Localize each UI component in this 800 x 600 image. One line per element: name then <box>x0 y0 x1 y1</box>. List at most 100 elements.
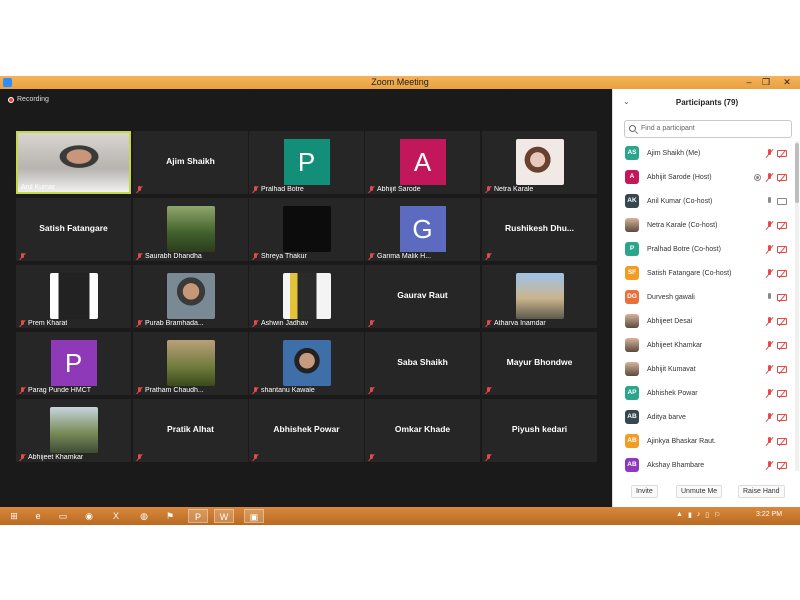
flag-icon[interactable]: ⚑ <box>160 509 180 523</box>
mic-muted-icon[interactable] <box>765 436 773 446</box>
excel-icon[interactable]: X <box>106 509 126 523</box>
participant-row[interactable]: Abhijeet Desai <box>613 309 795 333</box>
globe-icon[interactable]: ◍ <box>134 509 154 523</box>
video-tile[interactable]: Ashwin Jadhav <box>249 265 364 328</box>
camera-off-icon[interactable] <box>777 173 787 181</box>
video-tile[interactable]: A Abhijit Sarode <box>365 131 480 194</box>
mic-muted-icon[interactable] <box>765 388 773 398</box>
camera-off-icon[interactable] <box>777 461 787 469</box>
participant-status-icons <box>765 412 787 422</box>
participant-row[interactable]: AP Abhishek Powar <box>613 381 795 405</box>
participant-row[interactable]: Netra Karale (Co-host) <box>613 213 795 237</box>
unmute-me-button[interactable]: Unmute Me <box>676 485 723 498</box>
participant-name: Satish Fatangare <box>39 223 108 233</box>
tile-name-label: Anil Kumar <box>21 184 55 191</box>
mic-muted-icon[interactable] <box>765 340 773 350</box>
participant-row[interactable]: DG Durvesh gawali <box>613 285 795 309</box>
minimize-button[interactable]: – <box>741 76 757 89</box>
video-tile[interactable]: Mayur Bhondwe <box>482 332 597 395</box>
chrome-icon[interactable]: ◉ <box>79 509 99 523</box>
camera-off-icon[interactable] <box>777 293 787 301</box>
camera-icon[interactable] <box>777 197 787 205</box>
ie-icon[interactable]: e <box>28 509 48 523</box>
video-tile[interactable]: shantanu Kawale <box>249 332 364 395</box>
participant-row[interactable]: AB Ajinkya Bhaskar Raut. <box>613 429 795 453</box>
video-tile[interactable]: Satish Fatangare <box>16 198 131 261</box>
camera-off-icon[interactable] <box>777 341 787 349</box>
participants-title: Participants (79) <box>675 98 739 107</box>
tray-arrow-icon[interactable]: ▲ <box>676 511 683 519</box>
mic-muted-icon[interactable] <box>765 316 773 326</box>
video-tile[interactable]: Purab Bramhada... <box>133 265 248 328</box>
participant-row[interactable]: P Pralhad Botre (Co-host) <box>613 237 795 261</box>
powerpoint-icon[interactable]: P <box>188 509 208 523</box>
mic-icon[interactable] <box>765 196 773 206</box>
participant-name: Abhijeet Desai <box>647 317 693 325</box>
participant-row[interactable]: AB Akshay Bhambare <box>613 453 795 477</box>
video-tile[interactable]: P Pralhad Botre <box>249 131 364 194</box>
camera-off-icon[interactable] <box>777 245 787 253</box>
participant-avatar <box>625 314 639 328</box>
close-window-button[interactable]: ✕ <box>776 76 798 89</box>
participant-row[interactable]: SF Satish Fatangare (Co-host) <box>613 261 795 285</box>
camera-off-icon[interactable] <box>777 149 787 157</box>
participant-list-scrollbar[interactable] <box>795 141 799 471</box>
mic-muted-icon[interactable] <box>765 364 773 374</box>
video-tile[interactable]: Piyush kedari <box>482 399 597 462</box>
camera-off-icon[interactable] <box>777 413 787 421</box>
camera-off-icon[interactable] <box>777 317 787 325</box>
camera-off-icon[interactable] <box>777 365 787 373</box>
zoom-icon[interactable]: ▣ <box>244 509 264 523</box>
video-tile[interactable]: Shreya Thakur <box>249 198 364 261</box>
flag-tray-icon[interactable]: ⚐ <box>714 511 720 519</box>
signal-icon[interactable]: ▯ <box>705 511 709 519</box>
participant-row[interactable]: Abhijit Kumavat <box>613 357 795 381</box>
mic-muted-icon[interactable] <box>765 172 773 182</box>
video-tile[interactable]: Pratham Chaudh... <box>133 332 248 395</box>
mic-muted-icon[interactable] <box>765 412 773 422</box>
mic-muted-icon[interactable] <box>765 268 773 278</box>
camera-off-icon[interactable] <box>777 389 787 397</box>
taskbar-clock[interactable]: 3:22 PM <box>756 511 782 518</box>
invite-button[interactable]: Invite <box>631 485 658 498</box>
camera-off-icon[interactable] <box>777 221 787 229</box>
video-tile[interactable]: Saba Shaikh <box>365 332 480 395</box>
volume-icon[interactable]: ♪ <box>697 511 701 519</box>
video-tile[interactable]: Atharva Inamdar <box>482 265 597 328</box>
maximize-button[interactable]: ❐ <box>758 76 774 89</box>
folder-icon[interactable]: ▭ <box>53 509 73 523</box>
scrollbar-thumb[interactable] <box>795 143 799 203</box>
video-tile[interactable]: Prem Kharat <box>16 265 131 328</box>
video-tile[interactable]: P Parag Punde HMCT <box>16 332 131 395</box>
video-tile[interactable]: Abhijeet Khamkar <box>16 399 131 462</box>
mic-muted-icon[interactable] <box>765 148 773 158</box>
participant-row[interactable]: AB Aditya barve <box>613 405 795 429</box>
video-tile[interactable]: Netra Karale <box>482 131 597 194</box>
participant-row[interactable]: Abhijeet Khamkar <box>613 333 795 357</box>
video-tile[interactable]: Omkar Khade <box>365 399 480 462</box>
word-icon[interactable]: W <box>214 509 234 523</box>
video-tile[interactable]: Pratik Alhat <box>133 399 248 462</box>
video-tile[interactable]: Anil Kumar <box>16 131 131 194</box>
mic-muted-icon[interactable] <box>765 220 773 230</box>
participant-row[interactable]: AS Ajim Shaikh (Me) <box>613 141 795 165</box>
video-tile[interactable]: Gaurav Raut <box>365 265 480 328</box>
video-tile[interactable]: Abhishek Powar <box>249 399 364 462</box>
participant-search-input[interactable]: Find a participant <box>624 120 792 138</box>
mic-muted-icon[interactable] <box>765 460 773 470</box>
video-tile[interactable]: Saurabh Dhandha <box>133 198 248 261</box>
mic-icon[interactable] <box>765 292 773 302</box>
tile-name-label: Shreya Thakur <box>252 253 307 260</box>
participant-row[interactable]: A Abhijit Sarode (Host) <box>613 165 795 189</box>
windows-start-icon[interactable]: ⊞ <box>4 509 24 523</box>
video-tile[interactable]: Rushikesh Dhu... <box>482 198 597 261</box>
video-tile[interactable]: G Garima Malik H... <box>365 198 480 261</box>
participant-row[interactable]: AK Anil Kumar (Co-host) <box>613 189 795 213</box>
camera-off-icon[interactable] <box>777 269 787 277</box>
camera-off-icon[interactable] <box>777 437 787 445</box>
mic-muted-icon[interactable] <box>765 244 773 254</box>
raise-hand-button[interactable]: Raise Hand <box>738 485 785 498</box>
participant-name: Pralhad Botre (Co-host) <box>647 245 721 253</box>
video-tile[interactable]: Ajim Shaikh <box>133 131 248 194</box>
network-icon[interactable]: ▮ <box>688 511 692 519</box>
